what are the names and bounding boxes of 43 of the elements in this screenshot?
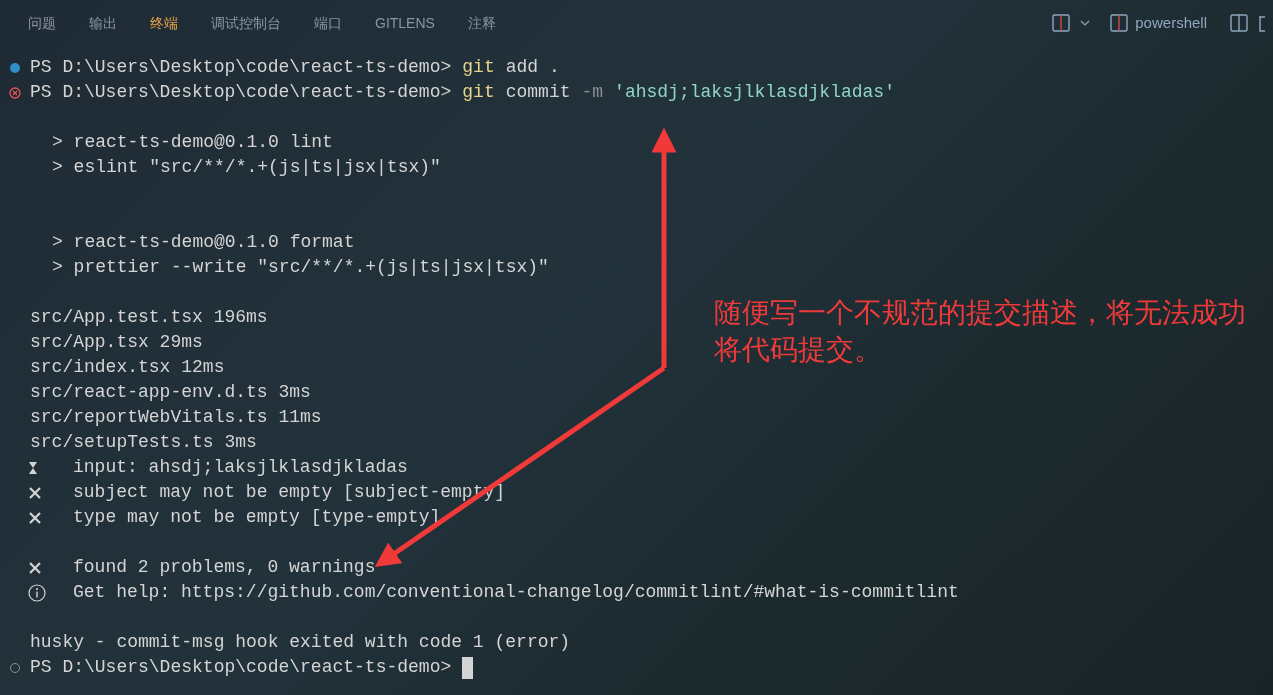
cross-icon (28, 510, 42, 525)
output-line: > eslint "src/**/*.+(js|ts|jsx|tsx)" (52, 156, 441, 179)
terminal-icon[interactable] (1109, 13, 1130, 33)
terminal-selector[interactable]: powershell (1109, 11, 1207, 35)
cross-icon (28, 485, 42, 500)
command-token: 'ahsdj;laksjlklasdjkladas' (614, 81, 895, 104)
panel-tab[interactable]: 调试控制台 (211, 12, 281, 34)
lint-message: type may not be empty [type-empty] (73, 506, 441, 529)
split-view-icon[interactable] (1051, 13, 1072, 33)
lint-message: found 2 problems, 0 warnings (73, 556, 376, 579)
lint-message: input: ahsdj;laksjlklasdjkladas (73, 456, 408, 479)
panel-tab[interactable]: 端口 (314, 12, 342, 34)
command-token: add (505, 56, 539, 79)
output-line: src/App.tsx 29ms (30, 331, 203, 354)
prompt-text: PS D:\Users\Desktop\code\react-ts-demo> (30, 56, 452, 79)
command-token: git (462, 81, 495, 104)
annotation-text: 随便写一个不规范的提交描述，将无法成功将代码提交。 (714, 296, 1247, 367)
prompt-text: PS D:\Users\Desktop\code\react-ts-demo> (30, 656, 452, 679)
output-line: > prettier --write "src/**/*.+(js|ts|jsx|tsx)" (52, 256, 549, 279)
output-line: src/App.test.tsx 196ms (30, 306, 268, 329)
panel-tab[interactable]: 输出 (89, 12, 117, 34)
output-line: husky - commit-msg hook exited with code 1 (error) (30, 631, 571, 654)
info-icon (28, 583, 46, 602)
panel-tab[interactable]: GITLENS (375, 12, 435, 34)
command-token: git (462, 56, 495, 79)
split-terminal-icon[interactable] (1229, 13, 1249, 33)
output-line: src/reportWebVitals.ts 11ms (30, 406, 322, 429)
command-token: -m (581, 81, 604, 104)
panel-tab[interactable]: 终端 (150, 12, 178, 34)
cross-icon (28, 560, 42, 575)
output-line: > react-ts-demo@0.1.0 lint (52, 131, 333, 154)
command-token: commit (505, 81, 571, 104)
prompt-text: PS D:\Users\Desktop\code\react-ts-demo> (30, 81, 452, 104)
output-line: src/react-app-env.d.ts 3ms (30, 381, 311, 404)
hourglass-icon (28, 460, 38, 475)
lint-message: Get help: https://github.com/conventional-changelog/commitlint/#what-is-commitlint (73, 581, 959, 604)
error-circle-icon[interactable] (9, 86, 21, 99)
panel-tab[interactable]: 问题 (28, 12, 56, 34)
output-line: src/setupTests.ts 3ms (30, 431, 257, 454)
panel-tab[interactable]: 注释 (467, 12, 496, 34)
output-line: > react-ts-demo@0.1.0 format (52, 231, 355, 254)
command-token: . (549, 56, 560, 79)
output-line: src/index.tsx 12ms (30, 356, 225, 379)
